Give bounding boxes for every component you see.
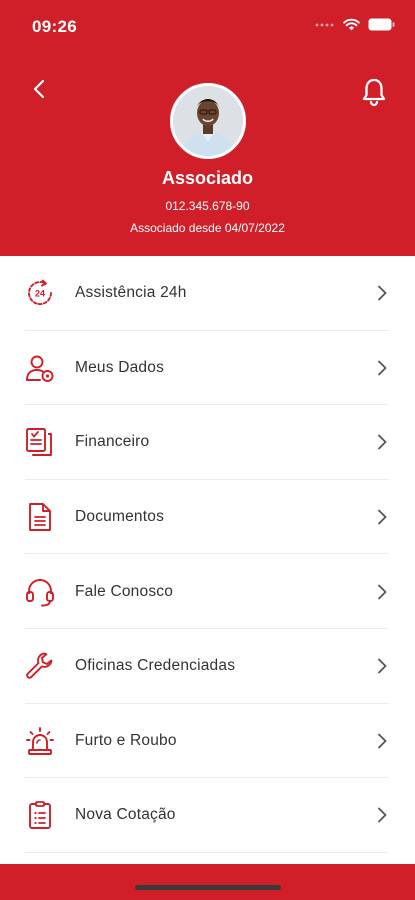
chevron-right-icon: [375, 359, 389, 377]
menu-item-label: Meus Dados: [75, 358, 165, 376]
menu-item-label: Fale Conosco: [75, 582, 174, 600]
battery-icon: [368, 18, 395, 31]
profile-header: 09:26 Associado 012.345.678-90 Associado…: [0, 0, 415, 256]
chevron-right-icon: [375, 583, 389, 601]
menu-item-assistencia[interactable]: 24 Assistência 24h: [0, 256, 415, 331]
profile-name: Associado: [161, 168, 254, 188]
clipboard-icon: [24, 799, 56, 831]
wrench-icon: [24, 650, 56, 682]
siren-icon: [24, 725, 56, 757]
back-button[interactable]: [26, 76, 52, 102]
status-time: 09:26: [32, 17, 77, 36]
profile-cpf: 012.345.678-90: [165, 199, 250, 213]
wifi-icon: [343, 18, 360, 31]
menu-item-financeiro[interactable]: Financeiro: [0, 405, 415, 480]
avatar[interactable]: [170, 83, 246, 159]
chevron-right-icon: [375, 732, 389, 750]
chevron-right-icon: [375, 806, 389, 824]
bottom-bar: [0, 864, 415, 900]
user-photo-icon: [173, 86, 243, 156]
menu-item-label: Oficinas Credenciadas: [75, 657, 236, 675]
menu-item-label: Furto e Roubo: [75, 731, 177, 749]
menu-item-label: Assistência 24h: [75, 284, 187, 302]
signal-icon: [315, 23, 334, 26]
chevron-right-icon: [375, 284, 389, 302]
assistance-24h-icon: 24: [24, 277, 56, 309]
menu-item-label: Nova Cotação: [75, 806, 176, 824]
divider: [25, 851, 389, 853]
menu-item-label: Financeiro: [75, 433, 150, 451]
menu-item-fale-conosco[interactable]: Fale Conosco: [0, 554, 415, 629]
chevron-left-icon: [33, 79, 45, 99]
status-icons: [315, 18, 395, 31]
bell-icon: [362, 78, 386, 107]
status-bar: 09:26: [0, 0, 415, 52]
menu-item-documentos[interactable]: Documentos: [0, 480, 415, 555]
financial-document-icon: [24, 426, 56, 458]
menu-item-oficinas[interactable]: Oficinas Credenciadas: [0, 629, 415, 704]
menu-item-label: Documentos: [75, 508, 165, 526]
chevron-right-icon: [375, 657, 389, 675]
notifications-button[interactable]: [359, 76, 389, 108]
menu-item-furto-roubo[interactable]: Furto e Roubo: [0, 704, 415, 779]
menu-item-nova-cotacao[interactable]: Nova Cotação: [0, 778, 415, 853]
member-since: Associado desde 04/07/2022: [130, 221, 285, 235]
chevron-right-icon: [375, 433, 389, 451]
menu-item-meus-dados[interactable]: Meus Dados: [0, 331, 415, 406]
menu-list: 24 Assistência 24h Meus Dados Financeiro…: [0, 256, 415, 853]
chevron-right-icon: [375, 508, 389, 526]
svg-text:24: 24: [35, 289, 45, 299]
home-indicator[interactable]: [135, 885, 281, 890]
document-icon: [24, 501, 56, 533]
user-settings-icon: [24, 352, 56, 384]
headset-icon: [24, 576, 56, 608]
